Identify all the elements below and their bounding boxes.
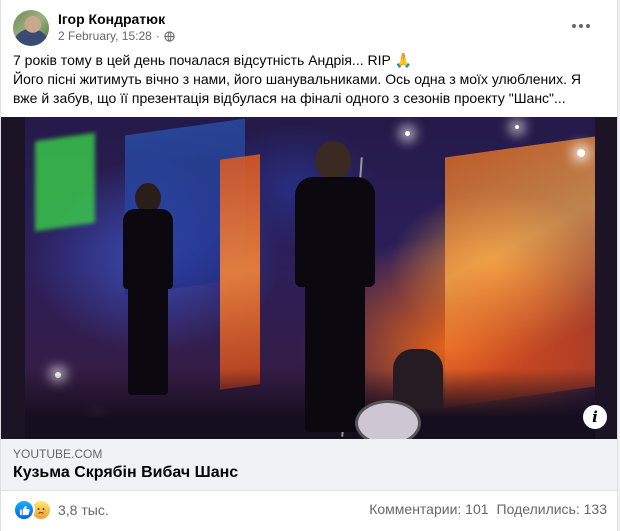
reaction-count: 3,8 тыс. bbox=[58, 502, 109, 518]
globe-icon bbox=[164, 30, 175, 42]
reactions-summary[interactable]: 3,8 тыс. bbox=[13, 499, 109, 521]
post-date[interactable]: 2 February, 15:28 bbox=[58, 29, 152, 43]
praying-hands-icon: 🙏 bbox=[394, 52, 412, 68]
link-preview[interactable]: YOUTUBE.COM Кузьма Скрябін Вибач Шанс bbox=[1, 439, 617, 491]
shares-count[interactable]: Поделились: 133 bbox=[497, 501, 607, 517]
meta-separator: · bbox=[155, 29, 160, 43]
post-meta: 2 February, 15:28 · bbox=[58, 29, 175, 43]
facebook-post: Ігор Кондратюк 2 February, 15:28 · 7 рок… bbox=[0, 0, 618, 531]
like-reaction-icon bbox=[13, 499, 35, 521]
post-stats: Комментарии: 101 Поделились: 133 bbox=[369, 501, 607, 517]
author-avatar[interactable] bbox=[13, 10, 49, 46]
author-name[interactable]: Ігор Кондратюк bbox=[58, 11, 165, 27]
post-text-line-2: Його пісні житимуть вічно з нами, його ш… bbox=[13, 71, 581, 106]
info-icon[interactable]: i bbox=[583, 405, 607, 429]
more-options-icon[interactable] bbox=[567, 12, 595, 40]
link-title[interactable]: Кузьма Скрябін Вибач Шанс bbox=[13, 464, 238, 482]
post-text: 7 років тому в цей день почалася відсутн… bbox=[13, 51, 603, 108]
video-thumbnail[interactable]: i bbox=[1, 117, 617, 439]
concert-stage-image bbox=[25, 117, 595, 439]
comments-count[interactable]: Комментарии: 101 bbox=[369, 501, 488, 517]
post-text-line-1: 7 років тому в цей день почалася відсутн… bbox=[13, 52, 412, 68]
link-domain: YOUTUBE.COM bbox=[13, 447, 103, 461]
